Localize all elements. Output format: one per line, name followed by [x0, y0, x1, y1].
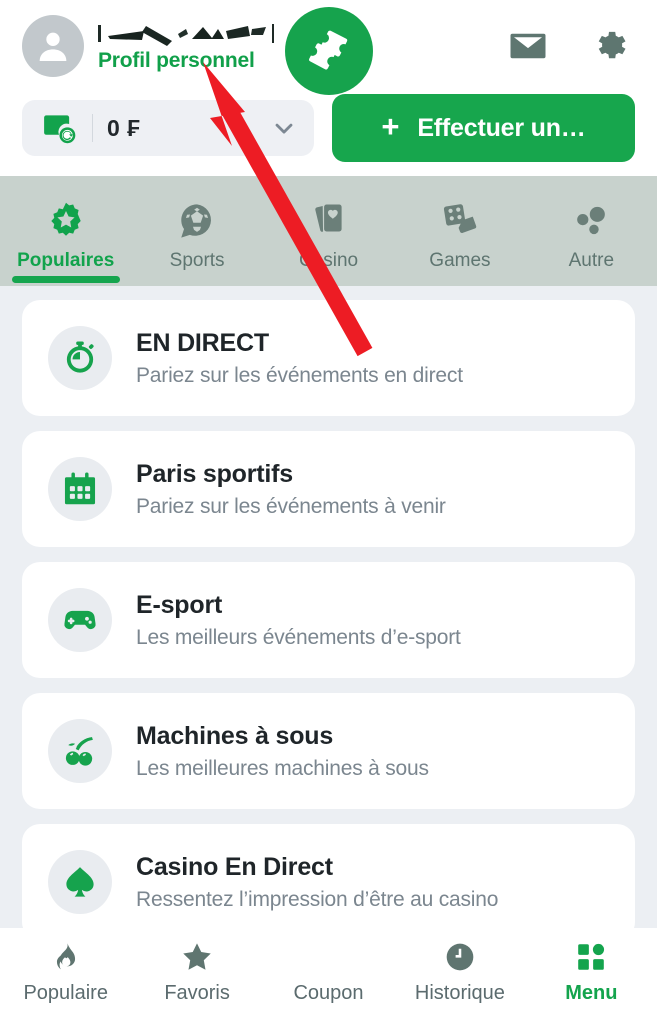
nav-item-coupon[interactable]: Coupon: [263, 928, 394, 1005]
envelope-icon[interactable]: [507, 25, 549, 67]
user-avatar-icon: [39, 32, 67, 61]
username-redacted: [98, 22, 276, 48]
list-item-title: Machines à sous: [136, 721, 334, 750]
list-item-title: Casino En Direct: [136, 852, 333, 881]
tab-autre[interactable]: Autre: [526, 176, 657, 286]
bottom-navigation: Populaire Favoris Coupon Historique Menu: [0, 928, 657, 1024]
list-item-machines-a-sous[interactable]: Machines à sous Les meilleures machines …: [22, 693, 635, 809]
spade-icon: [48, 850, 112, 914]
avatar[interactable]: [22, 15, 84, 77]
stopwatch-icon: [48, 326, 112, 390]
tab-casino[interactable]: Casino: [263, 176, 394, 286]
list-item-title: EN DIRECT: [136, 328, 269, 357]
clock-icon: [443, 940, 477, 974]
cherries-icon: [48, 719, 112, 783]
three-dots-icon: [570, 198, 612, 244]
list-item-paris-sportifs[interactable]: Paris sportifs Pariez sur les événements…: [22, 431, 635, 547]
list-item-text: Machines à sous Les meilleures machines …: [136, 722, 429, 781]
tab-label: Populaires: [17, 250, 115, 271]
tab-populaires[interactable]: Populaires: [0, 176, 131, 286]
list-item-text: E-sport Les meilleurs événements d’e-spo…: [136, 591, 461, 650]
deposit-button[interactable]: + Effectuer un…: [332, 94, 635, 162]
gamepad-icon: [48, 588, 112, 652]
list-item-subtitle: Les meilleures machines à sous: [136, 756, 429, 780]
wallet-refresh-icon: [40, 109, 78, 147]
nav-label: Coupon: [293, 982, 364, 1004]
list-item-title: Paris sportifs: [136, 459, 293, 488]
star-badge-icon: [45, 198, 87, 244]
category-tab-bar: Populaires Sports Casino Games Autre: [0, 176, 657, 286]
ticket-icon: [308, 30, 347, 70]
list-item-subtitle: Pariez sur les événements à venir: [136, 494, 446, 518]
nav-item-historique[interactable]: Historique: [394, 928, 525, 1005]
nav-label: Historique: [414, 982, 505, 1004]
tab-label: Autre: [568, 250, 615, 271]
plus-icon: +: [381, 109, 400, 144]
list-item-subtitle: Les meilleurs événements d’e-sport: [136, 625, 461, 649]
list-item-e-sport[interactable]: E-sport Les meilleurs événements d’e-spo…: [22, 562, 635, 678]
tab-label: Sports: [169, 250, 225, 271]
list-item-text: Casino En Direct Ressentez l’impression …: [136, 853, 498, 912]
star-icon: [180, 940, 214, 974]
list-item-title: E-sport: [136, 590, 223, 619]
tab-label: Casino: [298, 250, 359, 271]
playing-cards-icon: [308, 198, 350, 244]
nav-label: Favoris: [164, 982, 230, 1004]
list-item-text: Paris sportifs Pariez sur les événements…: [136, 460, 446, 519]
gear-icon[interactable]: [587, 24, 631, 68]
balance-amount: 0 ₣: [107, 114, 141, 141]
list-item-text: EN DIRECT Pariez sur les événements en d…: [136, 329, 463, 388]
active-tab-indicator: [11, 276, 120, 283]
nav-item-menu[interactable]: Menu: [526, 928, 657, 1005]
tab-label: Games: [429, 250, 491, 271]
nav-item-favoris[interactable]: Favoris: [131, 928, 262, 1005]
dice-icon: [439, 198, 481, 244]
balance-divider: [92, 114, 93, 142]
list-item-en-direct[interactable]: EN DIRECT Pariez sur les événements en d…: [22, 300, 635, 416]
calendar-icon: [48, 457, 112, 521]
header-second-row: 0 ₣ + Effectuer un…: [22, 94, 635, 162]
balance-selector[interactable]: 0 ₣: [22, 100, 314, 156]
chevron-down-icon[interactable]: [270, 114, 298, 142]
nav-item-populaire[interactable]: Populaire: [0, 928, 131, 1005]
tab-games[interactable]: Games: [394, 176, 525, 286]
list-item-subtitle: Pariez sur les événements en direct: [136, 363, 463, 387]
header-actions: [507, 24, 635, 68]
deposit-button-label: Effectuer un…: [417, 113, 586, 142]
flame-icon: [50, 940, 82, 974]
app-root: Profil personnel 0 ₣ + Effectuer un… Pop…: [0, 0, 657, 1024]
nav-label: Populaire: [23, 982, 108, 1004]
list-item-casino-en-direct[interactable]: Casino En Direct Ressentez l’impression …: [22, 824, 635, 928]
coupon-fab-button[interactable]: [284, 7, 373, 95]
soccer-ball-icon: [176, 198, 218, 244]
list-item-subtitle: Ressentez l’impression d’être au casino: [136, 887, 499, 911]
category-list: EN DIRECT Pariez sur les événements en d…: [0, 286, 657, 928]
nav-label: Menu: [565, 982, 618, 1004]
grid-menu-icon: [575, 940, 607, 974]
tab-sports[interactable]: Sports: [131, 176, 262, 286]
